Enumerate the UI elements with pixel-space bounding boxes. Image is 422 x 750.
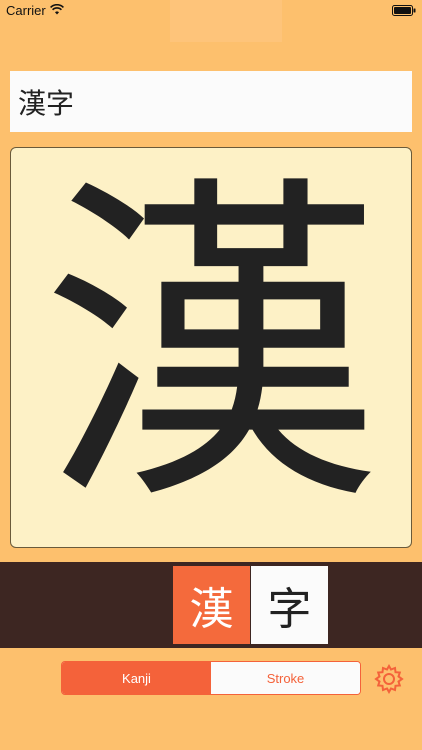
character-strip: 漢 字 <box>0 562 422 648</box>
segment-stroke[interactable]: Stroke <box>211 662 360 694</box>
mode-segmented-control: Kanji Stroke <box>61 661 361 695</box>
gear-icon[interactable] <box>373 663 405 695</box>
character-tile-selected[interactable]: 漢 <box>173 566 250 644</box>
header-highlight <box>170 0 282 42</box>
segment-kanji[interactable]: Kanji <box>62 662 211 694</box>
kanji-input-field[interactable]: 漢字 <box>10 71 412 132</box>
character-tile[interactable]: 字 <box>251 566 328 644</box>
battery-icon <box>392 5 416 16</box>
large-kanji-character: 漢 <box>41 149 381 546</box>
kanji-display-card: 漢 <box>10 147 412 548</box>
